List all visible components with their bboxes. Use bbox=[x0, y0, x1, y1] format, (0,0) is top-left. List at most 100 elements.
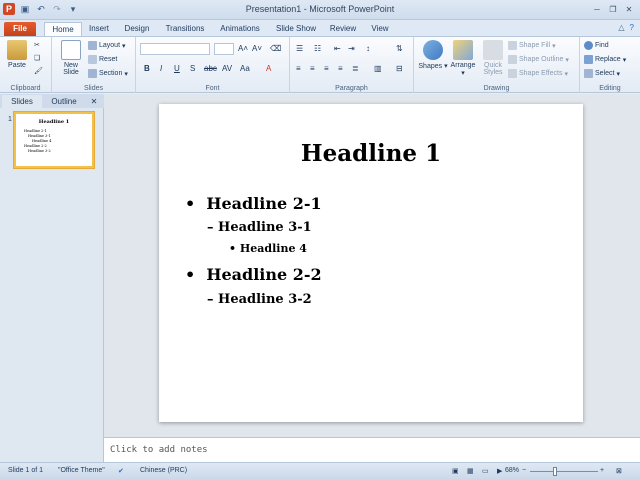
arrange-button[interactable]: Arrange ▾ bbox=[448, 40, 478, 77]
notes-pane[interactable]: Click to add notes bbox=[104, 437, 640, 462]
zoom-slider[interactable] bbox=[530, 471, 598, 472]
character-spacing-icon[interactable]: AV bbox=[222, 64, 232, 73]
bullets-icon[interactable]: ☰ bbox=[296, 44, 303, 53]
tab-review[interactable]: Review bbox=[326, 22, 360, 36]
tab-home[interactable]: Home bbox=[44, 22, 82, 36]
tab-outline[interactable]: Outline bbox=[44, 95, 84, 108]
shrink-font-icon[interactable]: A˅ bbox=[252, 44, 262, 53]
zoom-in-icon[interactable]: + bbox=[600, 467, 604, 474]
bold-icon[interactable]: B bbox=[144, 64, 150, 73]
slide-thumbnail[interactable]: Headline 1 Headline 2-1 Headline 3-1 Hea… bbox=[14, 112, 94, 168]
fit-to-window-icon[interactable]: ⊠ bbox=[616, 467, 622, 475]
slides-panel: Slides Outline ✕ 1 Headline 1 Headline 2… bbox=[0, 94, 104, 462]
justify-icon[interactable]: ≡ bbox=[338, 64, 343, 73]
section-button[interactable]: Section ▾ bbox=[88, 69, 128, 78]
italic-icon[interactable]: I bbox=[160, 64, 162, 73]
notes-placeholder: Click to add notes bbox=[110, 445, 208, 455]
close-icon[interactable]: ✕ bbox=[622, 3, 636, 16]
ribbon-home: Paste ✂ ❏ 🖌 Clipboard New Slide Layout ▾… bbox=[0, 36, 640, 93]
align-right-icon[interactable]: ≡ bbox=[324, 64, 329, 73]
close-panel-icon[interactable]: ✕ bbox=[88, 95, 100, 108]
bullet-item[interactable]: • Headline 2-2 bbox=[185, 265, 322, 284]
grow-font-icon[interactable]: A˄ bbox=[238, 44, 248, 53]
text-direction-icon[interactable]: ⇅ bbox=[396, 44, 403, 53]
format-painter-icon[interactable]: 🖌 bbox=[34, 67, 43, 75]
align-left-icon[interactable]: ≡ bbox=[296, 64, 301, 73]
slide-sorter-icon[interactable]: ▦ bbox=[467, 467, 474, 475]
bullet-item[interactable]: • Headline 2-1 bbox=[185, 194, 322, 213]
restore-icon[interactable]: ❐ bbox=[606, 3, 620, 16]
clipboard-group: Paste ✂ ❏ 🖌 Clipboard bbox=[0, 37, 52, 93]
change-case-icon[interactable]: Aa bbox=[240, 64, 250, 73]
distributed-icon[interactable]: ≣ bbox=[352, 64, 359, 73]
slide-show-icon[interactable]: ▶ bbox=[497, 467, 502, 475]
thumbnail-number: 1 bbox=[8, 116, 12, 123]
font-group: A˄ A˅ ⌫ B I U S abc AV Aa A Font bbox=[136, 37, 290, 93]
tab-transitions[interactable]: Transitions bbox=[160, 22, 210, 36]
help-icon[interactable]: ? bbox=[630, 23, 634, 32]
section-icon bbox=[88, 69, 97, 78]
layout-button[interactable]: Layout ▾ bbox=[88, 41, 126, 50]
window-controls: ─ ❐ ✕ bbox=[590, 3, 636, 16]
strikethrough-icon[interactable]: abc bbox=[204, 64, 217, 73]
decrease-indent-icon[interactable]: ⇤ bbox=[334, 44, 341, 53]
cut-icon[interactable]: ✂ bbox=[34, 41, 40, 49]
quick-styles-button[interactable]: Quick Styles bbox=[478, 40, 508, 76]
normal-view-icon[interactable]: ▣ bbox=[452, 467, 459, 475]
line-spacing-icon[interactable]: ↕ bbox=[366, 44, 370, 53]
font-name-combo[interactable] bbox=[140, 43, 210, 55]
paste-icon bbox=[7, 40, 27, 60]
find-icon bbox=[584, 41, 593, 50]
theme-name[interactable]: "Office Theme" bbox=[58, 467, 105, 474]
layout-icon bbox=[88, 41, 97, 50]
spelling-check-icon[interactable]: ✔ bbox=[118, 467, 124, 475]
reset-button[interactable]: Reset bbox=[88, 55, 117, 64]
slide-title[interactable]: Headline 1 bbox=[159, 140, 583, 167]
copy-icon[interactable]: ❏ bbox=[34, 54, 40, 62]
thumbnail-line: Headline 2-1 bbox=[24, 129, 47, 133]
minimize-ribbon-icon[interactable]: △ bbox=[618, 23, 624, 32]
reading-view-icon[interactable]: ▭ bbox=[482, 467, 489, 475]
bullet-item[interactable]: • Headline 4 bbox=[229, 242, 307, 255]
tab-file[interactable]: File bbox=[4, 22, 36, 36]
editing-group: Find Replace ▾ Select ▾ Editing bbox=[580, 37, 640, 93]
select-button[interactable]: Select ▾ bbox=[584, 69, 620, 78]
slide-canvas[interactable]: Headline 1 • Headline 2-1 – Headline 3-1… bbox=[159, 104, 583, 422]
font-size-combo[interactable] bbox=[214, 43, 234, 55]
minimize-icon[interactable]: ─ bbox=[590, 3, 604, 16]
bullet-item[interactable]: – Headline 3-1 bbox=[207, 220, 312, 235]
align-center-icon[interactable]: ≡ bbox=[310, 64, 315, 73]
panel-tabs: Slides Outline ✕ bbox=[0, 94, 104, 108]
font-color-icon[interactable]: A bbox=[266, 64, 271, 73]
replace-icon bbox=[584, 55, 593, 64]
paste-button[interactable]: Paste bbox=[2, 40, 32, 69]
shape-fill-button[interactable]: Shape Fill ▾ bbox=[508, 41, 556, 50]
tab-slides[interactable]: Slides bbox=[2, 95, 42, 108]
zoom-level[interactable]: 68% bbox=[505, 467, 519, 474]
zoom-slider-handle[interactable] bbox=[553, 467, 557, 476]
tab-animations[interactable]: Animations bbox=[216, 22, 264, 36]
shapes-button[interactable]: Shapes ▾ bbox=[418, 40, 448, 70]
increase-indent-icon[interactable]: ⇥ bbox=[348, 44, 355, 53]
language-indicator[interactable]: Chinese (PRC) bbox=[140, 467, 187, 474]
tab-insert[interactable]: Insert bbox=[84, 22, 114, 36]
clear-formatting-icon[interactable]: ⌫ bbox=[270, 44, 281, 53]
new-slide-button[interactable]: New Slide bbox=[56, 40, 86, 76]
tab-slide-show[interactable]: Slide Show bbox=[272, 22, 320, 36]
tab-view[interactable]: View bbox=[366, 22, 394, 36]
shadow-icon[interactable]: S bbox=[190, 64, 195, 73]
editing-group-label: Editing bbox=[599, 85, 621, 92]
align-text-icon[interactable]: ⊟ bbox=[396, 64, 403, 73]
bullet-item[interactable]: – Headline 3-2 bbox=[207, 292, 312, 307]
underline-icon[interactable]: U bbox=[174, 64, 180, 73]
clipboard-group-label: Clipboard bbox=[10, 85, 41, 92]
shape-effects-button[interactable]: Shape Effects ▾ bbox=[508, 69, 568, 78]
shape-outline-button[interactable]: Shape Outline ▾ bbox=[508, 55, 569, 64]
find-button[interactable]: Find bbox=[584, 41, 609, 50]
columns-icon[interactable]: ▥ bbox=[374, 64, 382, 73]
tab-design[interactable]: Design bbox=[120, 22, 154, 36]
numbering-icon[interactable]: ☷ bbox=[314, 44, 321, 53]
zoom-out-icon[interactable]: − bbox=[522, 467, 526, 474]
thumbnail-title: Headline 1 bbox=[38, 119, 70, 125]
replace-button[interactable]: Replace ▾ bbox=[584, 55, 626, 64]
